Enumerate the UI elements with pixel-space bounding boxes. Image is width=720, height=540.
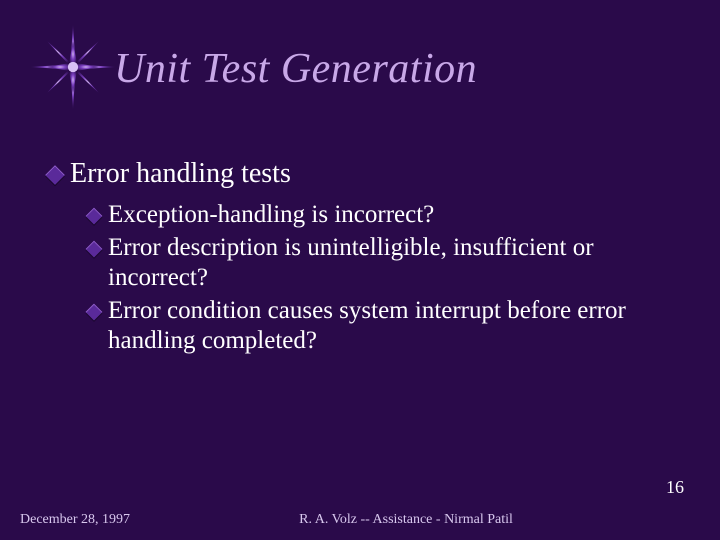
diamond-bullet-icon bbox=[86, 240, 103, 257]
bullet-l2-text: Error description is unintelligible, ins… bbox=[108, 233, 672, 294]
bullet-l2-text: Error condition causes system interrupt … bbox=[108, 296, 672, 357]
footer-date: December 28, 1997 bbox=[20, 512, 130, 528]
bullet-l2-text: Exception-handling is incorrect? bbox=[108, 200, 434, 231]
slide: Unit Test Generation Error handling test… bbox=[0, 0, 720, 540]
slide-title: Unit Test Generation bbox=[114, 45, 477, 93]
diamond-bullet-icon bbox=[45, 165, 65, 185]
starburst-icon bbox=[30, 24, 116, 110]
title-row: Unit Test Generation bbox=[30, 28, 672, 110]
page-number: 16 bbox=[666, 477, 684, 498]
sub-bullets: Exception-handling is incorrect? Error d… bbox=[48, 200, 672, 357]
footer-author: R. A. Volz -- Assistance - Nirmal Patil bbox=[130, 512, 682, 528]
bullet-l1-text: Error handling tests bbox=[70, 158, 291, 190]
bullet-level2: Error description is unintelligible, ins… bbox=[88, 233, 672, 294]
diamond-bullet-icon bbox=[86, 208, 103, 225]
bullet-level2: Error condition causes system interrupt … bbox=[88, 296, 672, 357]
content: Error handling tests Exception-handling … bbox=[48, 158, 672, 357]
diamond-bullet-icon bbox=[86, 303, 103, 320]
bullet-level1: Error handling tests bbox=[48, 158, 672, 190]
footer: December 28, 1997 R. A. Volz -- Assistan… bbox=[0, 512, 720, 528]
bullet-level2: Exception-handling is incorrect? bbox=[88, 200, 672, 231]
